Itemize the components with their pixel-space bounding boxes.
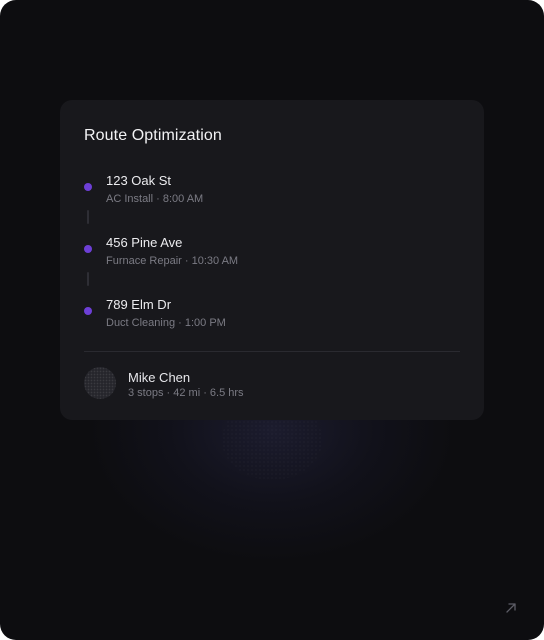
driver-row[interactable]: Mike Chen 3 stops · 42 mi · 6.5 hrs: [84, 366, 460, 402]
route-stop-dot-icon: [84, 245, 92, 253]
route-stop-3[interactable]: 789 Elm Dr Duct Cleaning · 1:00 PM: [84, 297, 460, 337]
card-divider: [84, 351, 460, 352]
arrow-up-right-icon: [506, 603, 516, 613]
driver-route-summary: 3 stops · 42 mi · 6.5 hrs: [128, 387, 244, 399]
route-stop-1[interactable]: 123 Oak St AC Install · 8:00 AM: [84, 173, 460, 213]
route-stop-dot-icon: [84, 183, 92, 191]
stop-address: 123 Oak St: [106, 173, 172, 188]
route-stop-dot-icon: [84, 307, 92, 315]
stop-address: 456 Pine Ave: [106, 235, 183, 250]
card-title: Route Optimization: [84, 127, 222, 144]
stop-detail: Furnace Repair · 10:30 AM: [106, 255, 239, 267]
app-frame: Route Optimization 123 Oak St AC Install…: [0, 0, 544, 640]
driver-name: Mike Chen: [128, 370, 191, 385]
expand-button[interactable]: [503, 600, 519, 616]
route-optimization-card: Route Optimization 123 Oak St AC Install…: [60, 100, 484, 420]
route-connector: [87, 210, 89, 224]
route-stop-2[interactable]: 456 Pine Ave Furnace Repair · 10:30 AM: [84, 235, 460, 275]
stop-detail: AC Install · 8:00 AM: [106, 193, 204, 205]
route-connector: [87, 272, 89, 286]
stop-address: 789 Elm Dr: [106, 297, 172, 312]
stop-detail: Duct Cleaning · 1:00 PM: [106, 317, 226, 329]
driver-avatar: [84, 367, 116, 399]
